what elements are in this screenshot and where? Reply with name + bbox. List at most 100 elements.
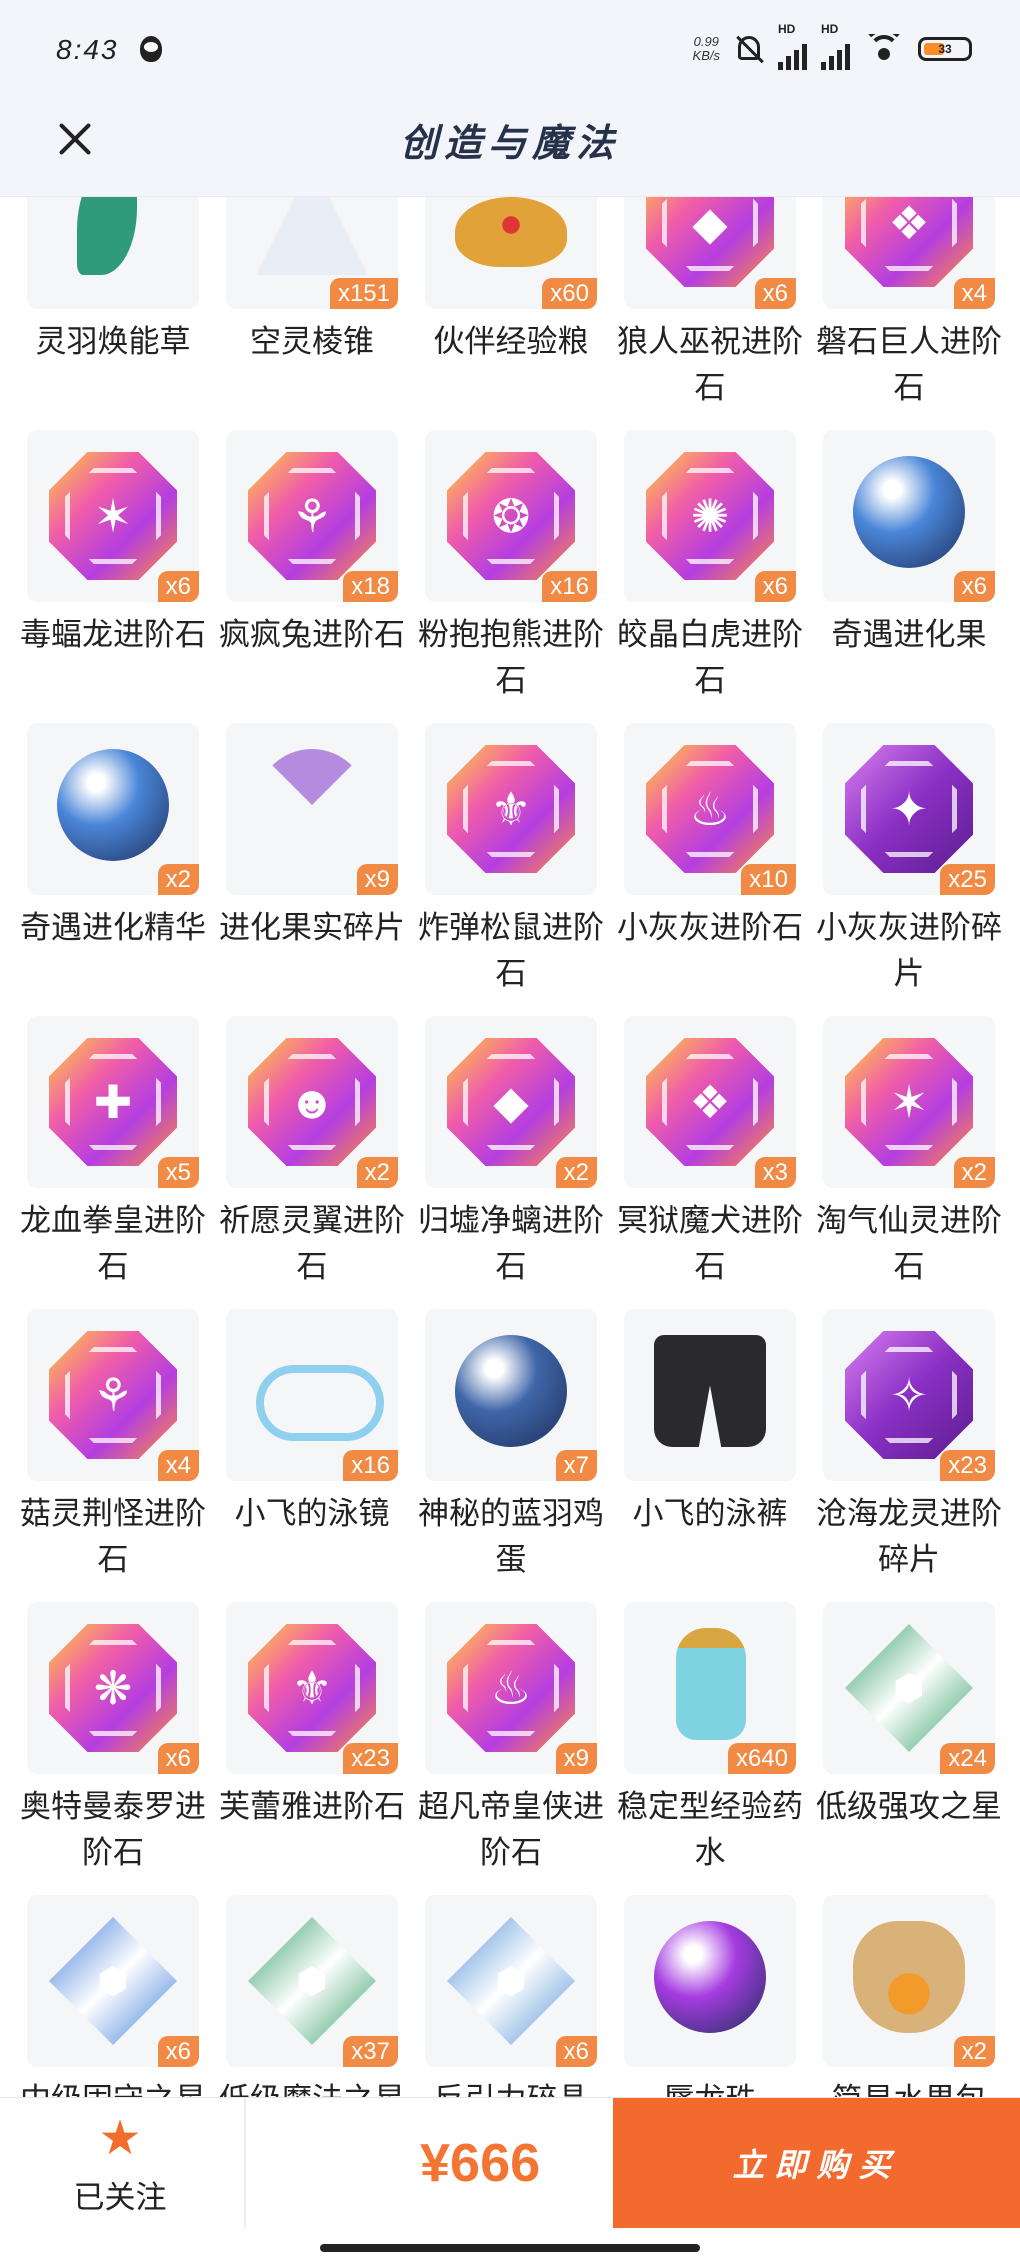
evolution-stone-icon: ☻ xyxy=(248,1038,376,1166)
status-time: 8:43 xyxy=(56,34,119,65)
blue-crystal-icon: ⬢ xyxy=(49,1917,177,2045)
item-label: 菇灵荆怪进阶石 xyxy=(20,1496,206,1577)
item-thumbnail: ✦ x25 xyxy=(823,723,995,895)
home-indicator[interactable] xyxy=(320,2244,700,2252)
item-thumbnail: x7 xyxy=(425,1309,597,1481)
anti-gravity-crystal-icon: ⬢ xyxy=(447,1917,575,2045)
item-label: 蜃龙珠 xyxy=(610,2077,810,2097)
item-label: 淘气仙灵进阶石 xyxy=(816,1203,1002,1284)
item-count-badge: x4 xyxy=(157,1450,199,1481)
item-thumbnail: ⬢ x6 xyxy=(27,1895,199,2067)
item-thumbnail: ❂ x16 xyxy=(425,430,597,602)
item-count-badge: x23 xyxy=(343,1743,398,1774)
item-label: 空灵棱锥 xyxy=(250,324,374,359)
follow-label: 已关注 xyxy=(73,2180,167,2215)
item-label: 狼人巫祝进阶石 xyxy=(617,324,803,405)
item-thumbnail: ❋ x6 xyxy=(27,1602,199,1774)
item-thumbnail: ⚘ x4 xyxy=(27,1309,199,1481)
item-count-badge: x2 xyxy=(157,864,199,895)
item-thumbnail: x2 xyxy=(823,1895,995,2067)
item-count-badge: x16 xyxy=(542,571,597,602)
status-indicators: 0.99 KB/s HD HD 33 xyxy=(693,22,972,70)
buy-now-button[interactable]: 立即购买 xyxy=(613,2098,1020,2228)
evolution-stone-icon: ♨ xyxy=(646,745,774,873)
evolution-stone-icon: ⚘ xyxy=(49,1331,177,1459)
item-label: 祈愿灵翼进阶石 xyxy=(219,1203,405,1284)
item-count-badge: x2 xyxy=(555,1157,597,1188)
item-thumbnail: ☻ x2 xyxy=(226,1016,398,1188)
item-count-badge: x5 xyxy=(157,1157,199,1188)
green-herb-icon xyxy=(77,197,137,275)
blue-egg-icon xyxy=(455,1335,567,1447)
item-thumbnail xyxy=(27,197,199,309)
item-count-badge: x6 xyxy=(157,1743,199,1774)
network-speed: 0.99 KB/s xyxy=(693,35,720,63)
evolution-stone-icon: ♨ xyxy=(447,1624,575,1752)
purple-orb-icon xyxy=(654,1921,766,2033)
item-label: 灵羽焕能草 xyxy=(35,324,191,359)
item-label: 小飞的泳裤 xyxy=(632,1496,788,1531)
item-thumbnail: x640 xyxy=(624,1602,796,1774)
item-label: 疯疯兔进阶石 xyxy=(219,617,405,652)
network-speed-unit: KB/s xyxy=(692,48,720,63)
hd-label: HD xyxy=(778,22,796,36)
item-thumbnail: ✚ x5 xyxy=(27,1016,199,1188)
item-label: 沧海龙灵进阶碎片 xyxy=(816,1496,1002,1577)
evolution-stone-icon: ✺ xyxy=(646,452,774,580)
network-speed-value: 0.99 xyxy=(693,34,719,49)
potion-icon xyxy=(676,1628,746,1740)
item-count-badge: x7 xyxy=(555,1450,597,1481)
star-icon: ★ xyxy=(98,2112,142,2165)
evolution-stone-icon: ❖ xyxy=(646,1038,774,1166)
item-thumbnail: ⚜ x23 xyxy=(226,1602,398,1774)
follow-button[interactable]: ★ 已关注 xyxy=(40,2112,200,2226)
item-count-badge: x151 xyxy=(329,278,398,309)
item-thumbnail: ⬢ x37 xyxy=(226,1895,398,2067)
item-count-badge: x6 xyxy=(953,571,995,602)
item-count-badge: x6 xyxy=(157,571,199,602)
item-label: 超凡帝皇侠进阶石 xyxy=(418,1789,604,1870)
item-label: 进化果实碎片 xyxy=(219,910,405,945)
signal-icon: HD xyxy=(778,22,807,70)
fruit-slice-icon xyxy=(256,749,368,805)
evolution-stone-icon: ⚜ xyxy=(248,1624,376,1752)
evolution-stone-icon: ✶ xyxy=(49,452,177,580)
swim-goggles-icon xyxy=(256,1365,384,1441)
item-thumbnail: ❖ x4 xyxy=(823,197,995,309)
battery-level: 33 xyxy=(938,42,952,56)
item-count-badge: x18 xyxy=(343,571,398,602)
item-thumbnail: ⬢ x6 xyxy=(425,1895,597,2067)
item-thumbnail xyxy=(624,1309,796,1481)
price: ¥666 xyxy=(420,2133,541,2193)
swim-trunks-icon xyxy=(654,1335,766,1447)
item-thumbnail: ⚘ x18 xyxy=(226,430,398,602)
item-thumbnail: ⬢ x24 xyxy=(823,1602,995,1774)
white-pyramid-icon xyxy=(256,197,368,275)
evolution-stone-icon: ❂ xyxy=(447,452,575,580)
mute-bell-icon xyxy=(734,32,764,66)
pet-food-icon xyxy=(455,197,567,267)
status-bar: 8:43 0.99 KB/s HD HD 33 xyxy=(0,0,1020,100)
hd-label-2: HD xyxy=(821,22,839,36)
bottom-bar: ★ 已关注 ¥666 立即购买 xyxy=(0,2097,1020,2228)
battery-icon: 33 xyxy=(918,37,972,61)
evolution-stone-icon: ✶ xyxy=(845,1038,973,1166)
item-thumbnail: ♨ x9 xyxy=(425,1602,597,1774)
evolution-stone-icon: ✚ xyxy=(49,1038,177,1166)
item-label: 冥狱魔犬进阶石 xyxy=(617,1203,803,1284)
item-label: 炸弹松鼠进阶石 xyxy=(418,910,604,991)
item-label: 粉抱抱熊进阶石 xyxy=(418,617,604,698)
item-label: 毒蝠龙进阶石 xyxy=(20,617,206,652)
item-count-badge: x10 xyxy=(741,864,796,895)
item-thumbnail: x6 xyxy=(823,430,995,602)
item-thumbnail: x9 xyxy=(226,723,398,895)
item-count-badge: x9 xyxy=(555,1743,597,1774)
item-label: 小灰灰进阶石 xyxy=(617,910,803,945)
item-label: 奥特曼泰罗进阶石 xyxy=(20,1789,206,1870)
page-header: 创造与魔法 xyxy=(0,100,1020,197)
item-grid: 灵羽焕能草 x151 空灵棱锥 x60 伙伴经验粮 ◆ x6 狼人巫祝进阶石 ❖ x4 磐石巨人进阶… xyxy=(0,197,1020,2097)
item-count-badge: x9 xyxy=(356,864,398,895)
item-label: 伙伴经验粮 xyxy=(433,324,589,359)
item-label: 稳定型经验药水 xyxy=(617,1789,803,1870)
evolution-stone-icon: ❋ xyxy=(49,1624,177,1752)
